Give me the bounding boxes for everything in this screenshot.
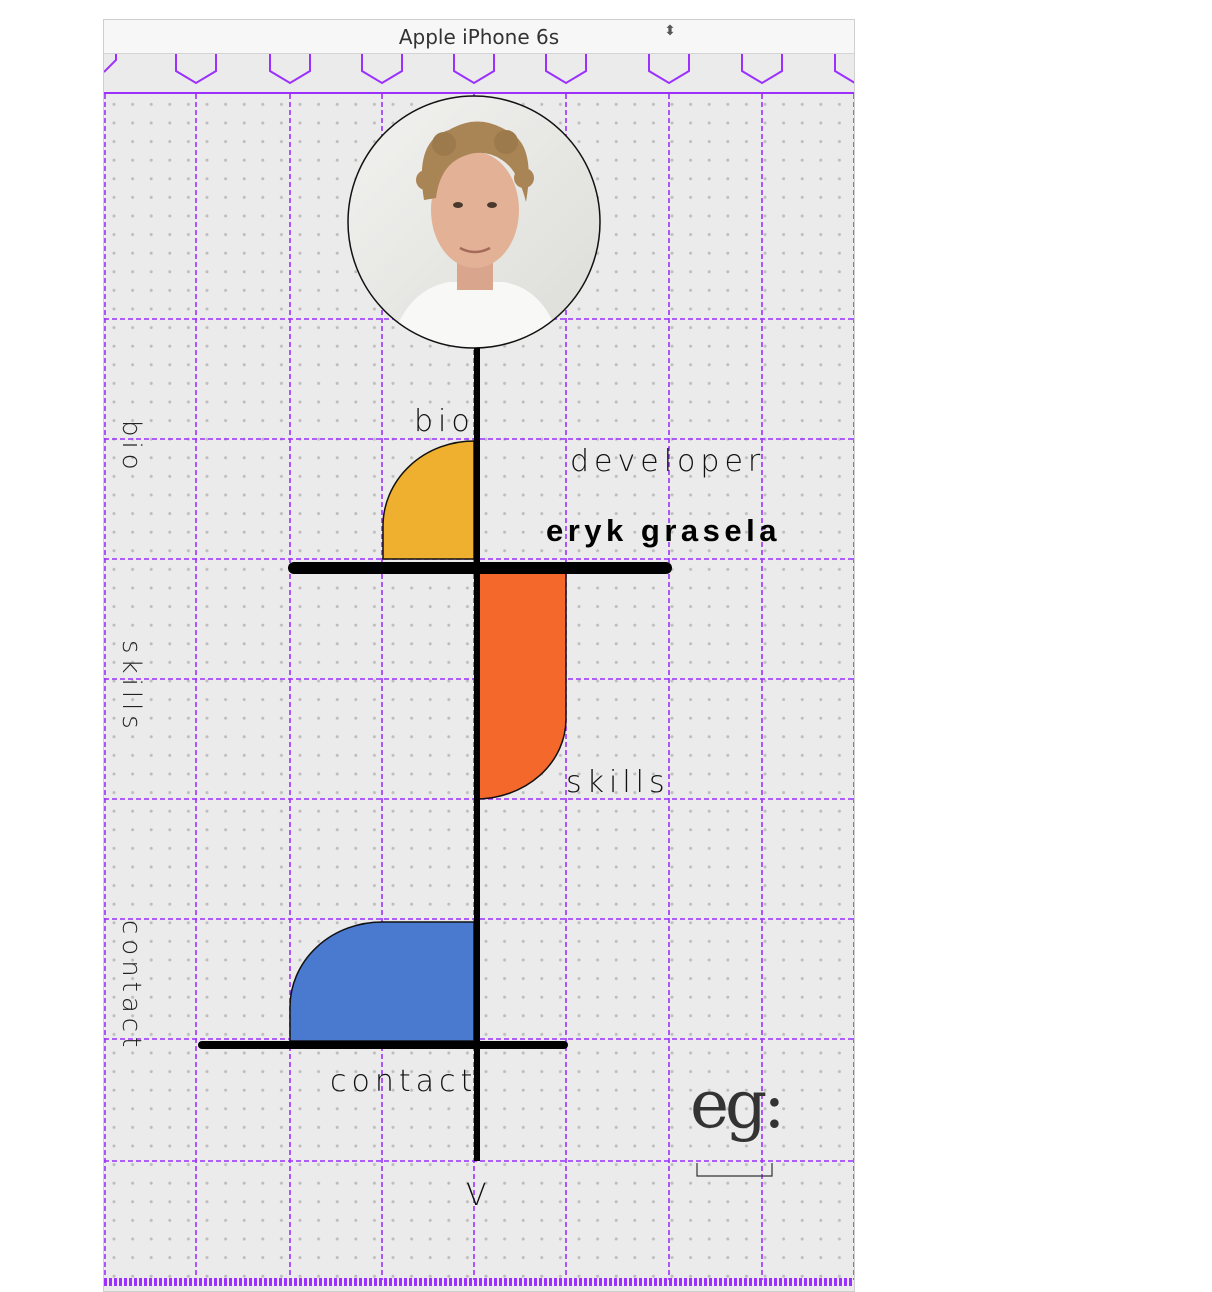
scroll-down-arrow[interactable]: V xyxy=(466,1178,487,1213)
bio-link[interactable]: bio xyxy=(414,404,475,439)
avatar xyxy=(347,95,601,349)
contact-link[interactable]: contact xyxy=(330,1064,477,1099)
name-heading: eryk grasela xyxy=(546,513,781,548)
column-markers xyxy=(104,53,854,85)
device-label: Apple iPhone 6s xyxy=(398,24,560,49)
select-arrows-icon: ⬍ xyxy=(664,22,676,38)
side-nav-contact[interactable]: contact xyxy=(116,920,146,1052)
device-selector[interactable]: Apple iPhone 6s xyxy=(104,20,854,53)
role-text: developer xyxy=(570,444,766,479)
skills-link[interactable]: skills xyxy=(566,765,670,800)
device-viewport: Apple iPhone 6s ⬍ bio skills contact bio… xyxy=(103,19,855,1292)
side-nav-bio[interactable]: bio xyxy=(116,420,146,475)
device-toolbar: Apple iPhone 6s ⬍ xyxy=(104,20,854,54)
side-nav-skills[interactable]: skills xyxy=(116,640,146,734)
logo-text[interactable]: eg: xyxy=(690,1066,786,1143)
rotate-device-icon[interactable] xyxy=(816,25,850,49)
